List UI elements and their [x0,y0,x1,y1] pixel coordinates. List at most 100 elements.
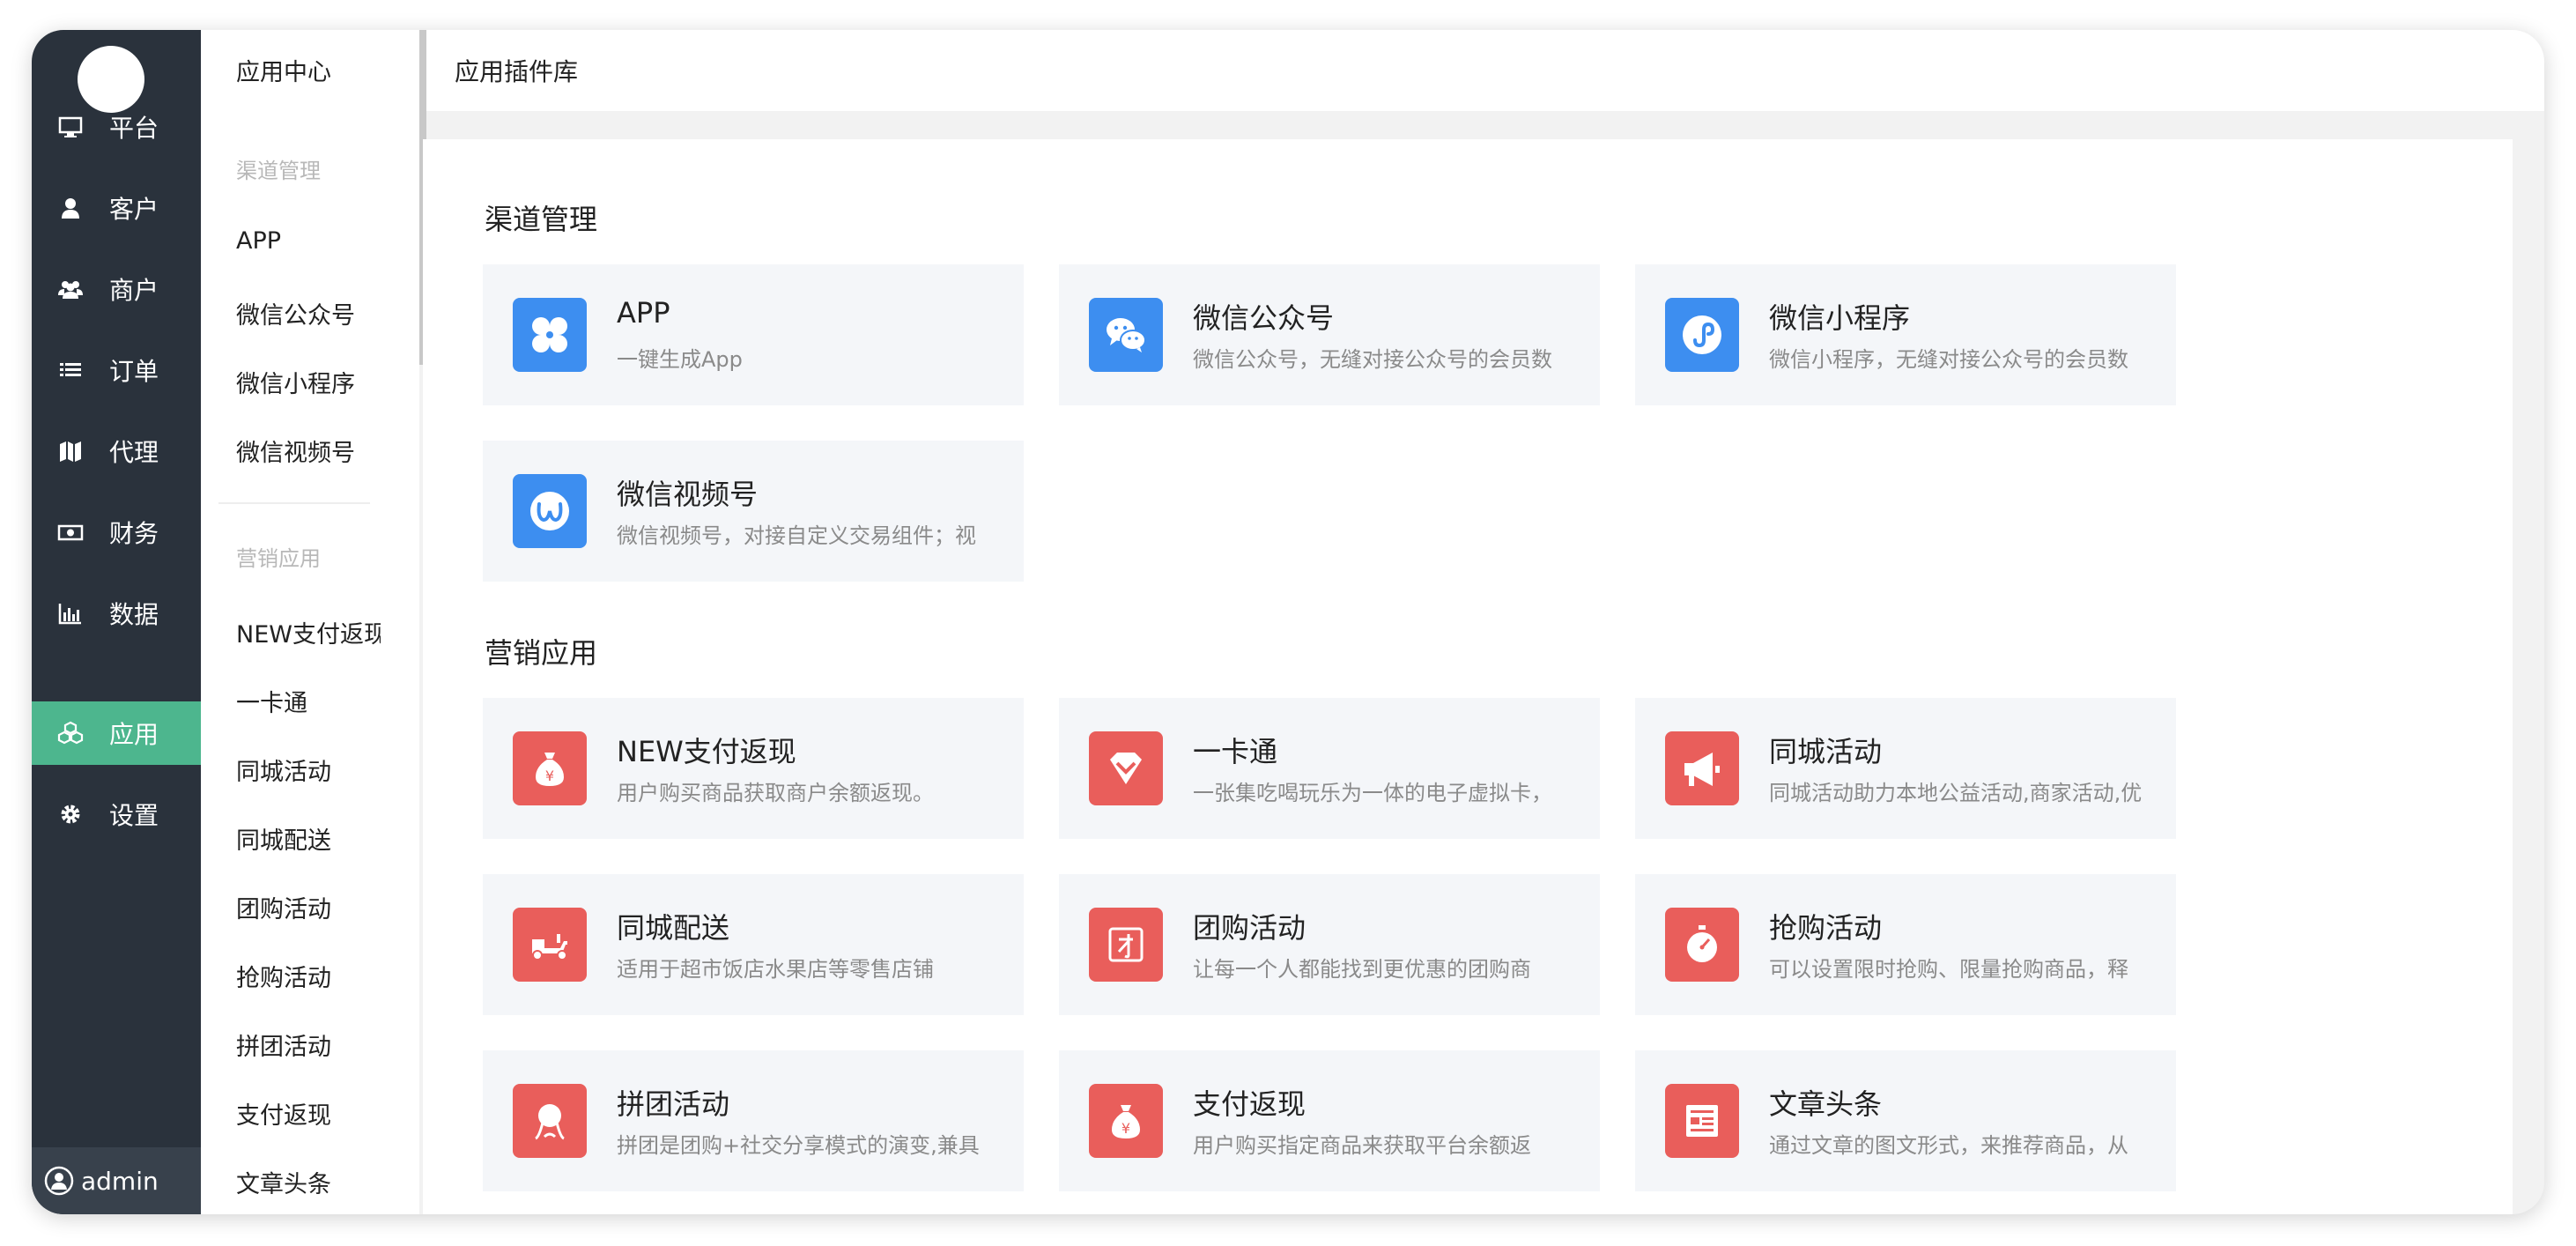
card-desc: 通过文章的图文形式，来推荐商品，从 [1769,1133,2128,1158]
sub-item-team-buy[interactable]: 拼团活动 [236,1027,381,1062]
sub-item-flash-sale[interactable]: 抢购活动 [236,959,381,993]
sub-sidebar: 应用中心 渠道管理 APP 微信公众号 微信小程序 微信视频号 营销应用 NEW… [201,30,426,1214]
nav-label: 平台 [109,114,159,143]
group-label-channel: 渠道管理 [236,159,321,183]
sub-item-new-pay-cashback[interactable]: NEW支付返现 [236,615,381,649]
card-title: 微信视频号 [617,478,759,511]
megaphone-icon [1665,731,1739,805]
nav-item-platform[interactable]: 平台 [32,95,201,159]
card-wechat-channels[interactable]: 微信视频号 微信视频号，对接自定义交易组件；视 [483,441,1024,582]
sub-sidebar-title[interactable]: 应用中心 [236,53,331,87]
article-icon [1665,1084,1739,1158]
sub-item-group-buy[interactable]: 团购活动 [236,890,381,924]
money-bag-icon: ¥ [513,731,587,805]
card-title: 微信小程序 [1769,301,1911,335]
card-pay-cashback[interactable]: ¥ 支付返现 用户购买指定商品来获取平台余额返 [1059,1050,1600,1191]
nav-item-customer[interactable]: 客户 [32,176,201,240]
sub-item-city-event[interactable]: 同城活动 [236,753,381,787]
wechat-icon [1089,298,1163,372]
sub-item-wechat-mini[interactable]: 微信小程序 [236,365,381,399]
users-icon [56,275,85,303]
card-one-card[interactable]: 一卡通 一张集吃喝玩乐为一体的电子虚拟卡， [1059,698,1600,839]
sub-item-wechat-channels[interactable]: 微信视频号 [236,434,381,468]
card-title: NEW支付返现 [617,735,796,768]
svg-text:¥: ¥ [545,768,554,784]
scooter-icon [513,908,587,982]
card-title: 同城活动 [1769,735,1883,768]
section-title-marketing: 营销应用 [485,636,598,670]
card-group-buy[interactable]: 团购活动 让每一个人都能找到更优惠的团购商 [1059,874,1600,1015]
card-wechat-official[interactable]: 微信公众号 微信公众号，无缝对接公众号的会员数 [1059,264,1600,405]
card-team-buy[interactable]: 拼团活动 拼团是团购+社交分享模式的演变,兼具 [483,1050,1024,1191]
nav-item-apps[interactable]: 应用 [32,701,201,765]
map-icon [56,437,85,465]
list-icon [56,356,85,384]
sub-item-wechat-official[interactable]: 微信公众号 [236,296,381,330]
user-menu[interactable]: admin [32,1147,201,1214]
card-article[interactable]: 文章头条 通过文章的图文形式，来推荐商品，从 [1635,1050,2176,1191]
nav-label: 客户 [109,195,159,224]
card-flash-sale[interactable]: 抢购活动 可以设置限时抢购、限量抢购商品，释 [1635,874,2176,1015]
person-icon [513,1084,587,1158]
card-desc: 一张集吃喝玩乐为一体的电子虚拟卡， [1193,781,1552,805]
sub-item-city-delivery[interactable]: 同城配送 [236,821,381,856]
card-city-event[interactable]: 同城活动 同城活动助力本地公益活动,商家活动,优 [1635,698,2176,839]
monitor-icon [56,113,85,141]
card-desc: 一键生成App [617,347,743,372]
card-title: 文章头条 [1769,1087,1883,1121]
card-city-delivery[interactable]: 同城配送 适用于超市饭店水果店等零售店铺 [483,874,1024,1015]
money-bag-icon: ¥ [1089,1084,1163,1158]
channels-icon [513,474,587,548]
stopwatch-icon [1665,908,1739,982]
card-title: 拼团活动 [617,1087,730,1121]
card-title: 支付返现 [1193,1087,1307,1121]
nav-label: 代理 [109,438,159,467]
nav-item-merchant[interactable]: 商户 [32,257,201,321]
card-app[interactable]: APP 一键生成App [483,264,1024,405]
nav-item-settings[interactable]: 设置 [32,782,201,846]
app-grid-icon [513,298,587,372]
card-wechat-mini[interactable]: 微信小程序 微信小程序，无缝对接公众号的会员数 [1635,264,2176,405]
top-bar: 应用插件库 [426,30,2544,111]
card-desc: 同城活动助力本地公益活动,商家活动,优 [1769,781,2143,805]
nav-label: 财务 [109,519,159,548]
app-window: 平台 客户 商户 订单 代理 财务 数据 应用 设置 admin 应用中心 渠道… [32,30,2544,1214]
card-desc: 用户购买指定商品来获取平台余额返 [1193,1133,1531,1158]
bar-chart-icon [56,599,85,627]
sub-item-article[interactable]: 文章头条 [236,1165,381,1199]
card-title: APP [617,296,670,330]
card-title: 抢购活动 [1769,911,1883,945]
section-title-channel: 渠道管理 [485,203,598,236]
money-icon [56,518,85,546]
mini-program-icon [1665,298,1739,372]
card-desc: 可以设置限时抢购、限量抢购商品，释 [1769,957,2128,982]
nav-item-data[interactable]: 数据 [32,582,201,645]
divider [218,502,370,504]
card-desc: 微信视频号，对接自定义交易组件；视 [617,523,976,548]
tab-plugin-library[interactable]: 应用插件库 [455,53,578,88]
nav-label: 应用 [109,720,159,749]
svg-text:¥: ¥ [1121,1120,1130,1137]
nav-label: 设置 [109,801,159,830]
nav-item-finance[interactable]: 财务 [32,501,201,564]
card-desc: 让每一个人都能找到更优惠的团购商 [1193,957,1531,982]
nav-label: 数据 [109,600,159,629]
gear-icon [56,800,85,828]
nav-label: 商户 [109,276,159,305]
user-icon [56,194,85,222]
nav-item-agent[interactable]: 代理 [32,419,201,483]
group-tag-icon [1089,908,1163,982]
sub-item-pay-cashback[interactable]: 支付返现 [236,1096,381,1131]
nav-item-orders[interactable]: 订单 [32,338,201,402]
group-label-marketing: 营销应用 [236,546,321,571]
nav-label: 订单 [109,357,159,386]
card-new-pay-cashback[interactable]: ¥ NEW支付返现 用户购买商品获取商户余额返现。 [483,698,1024,839]
card-title: 一卡通 [1193,735,1278,768]
sub-item-card[interactable]: 一卡通 [236,684,381,718]
sub-item-app[interactable]: APP [236,227,381,255]
cubes-icon [56,719,85,747]
card-desc: 拼团是团购+社交分享模式的演变,兼具 [617,1133,980,1158]
main-panel: 渠道管理 APP 一键生成App 微信公众号 微信公众号，无缝对接公众号的会员数… [423,139,2513,1214]
card-title: 微信公众号 [1193,301,1335,335]
card-desc: 适用于超市饭店水果店等零售店铺 [617,957,934,982]
